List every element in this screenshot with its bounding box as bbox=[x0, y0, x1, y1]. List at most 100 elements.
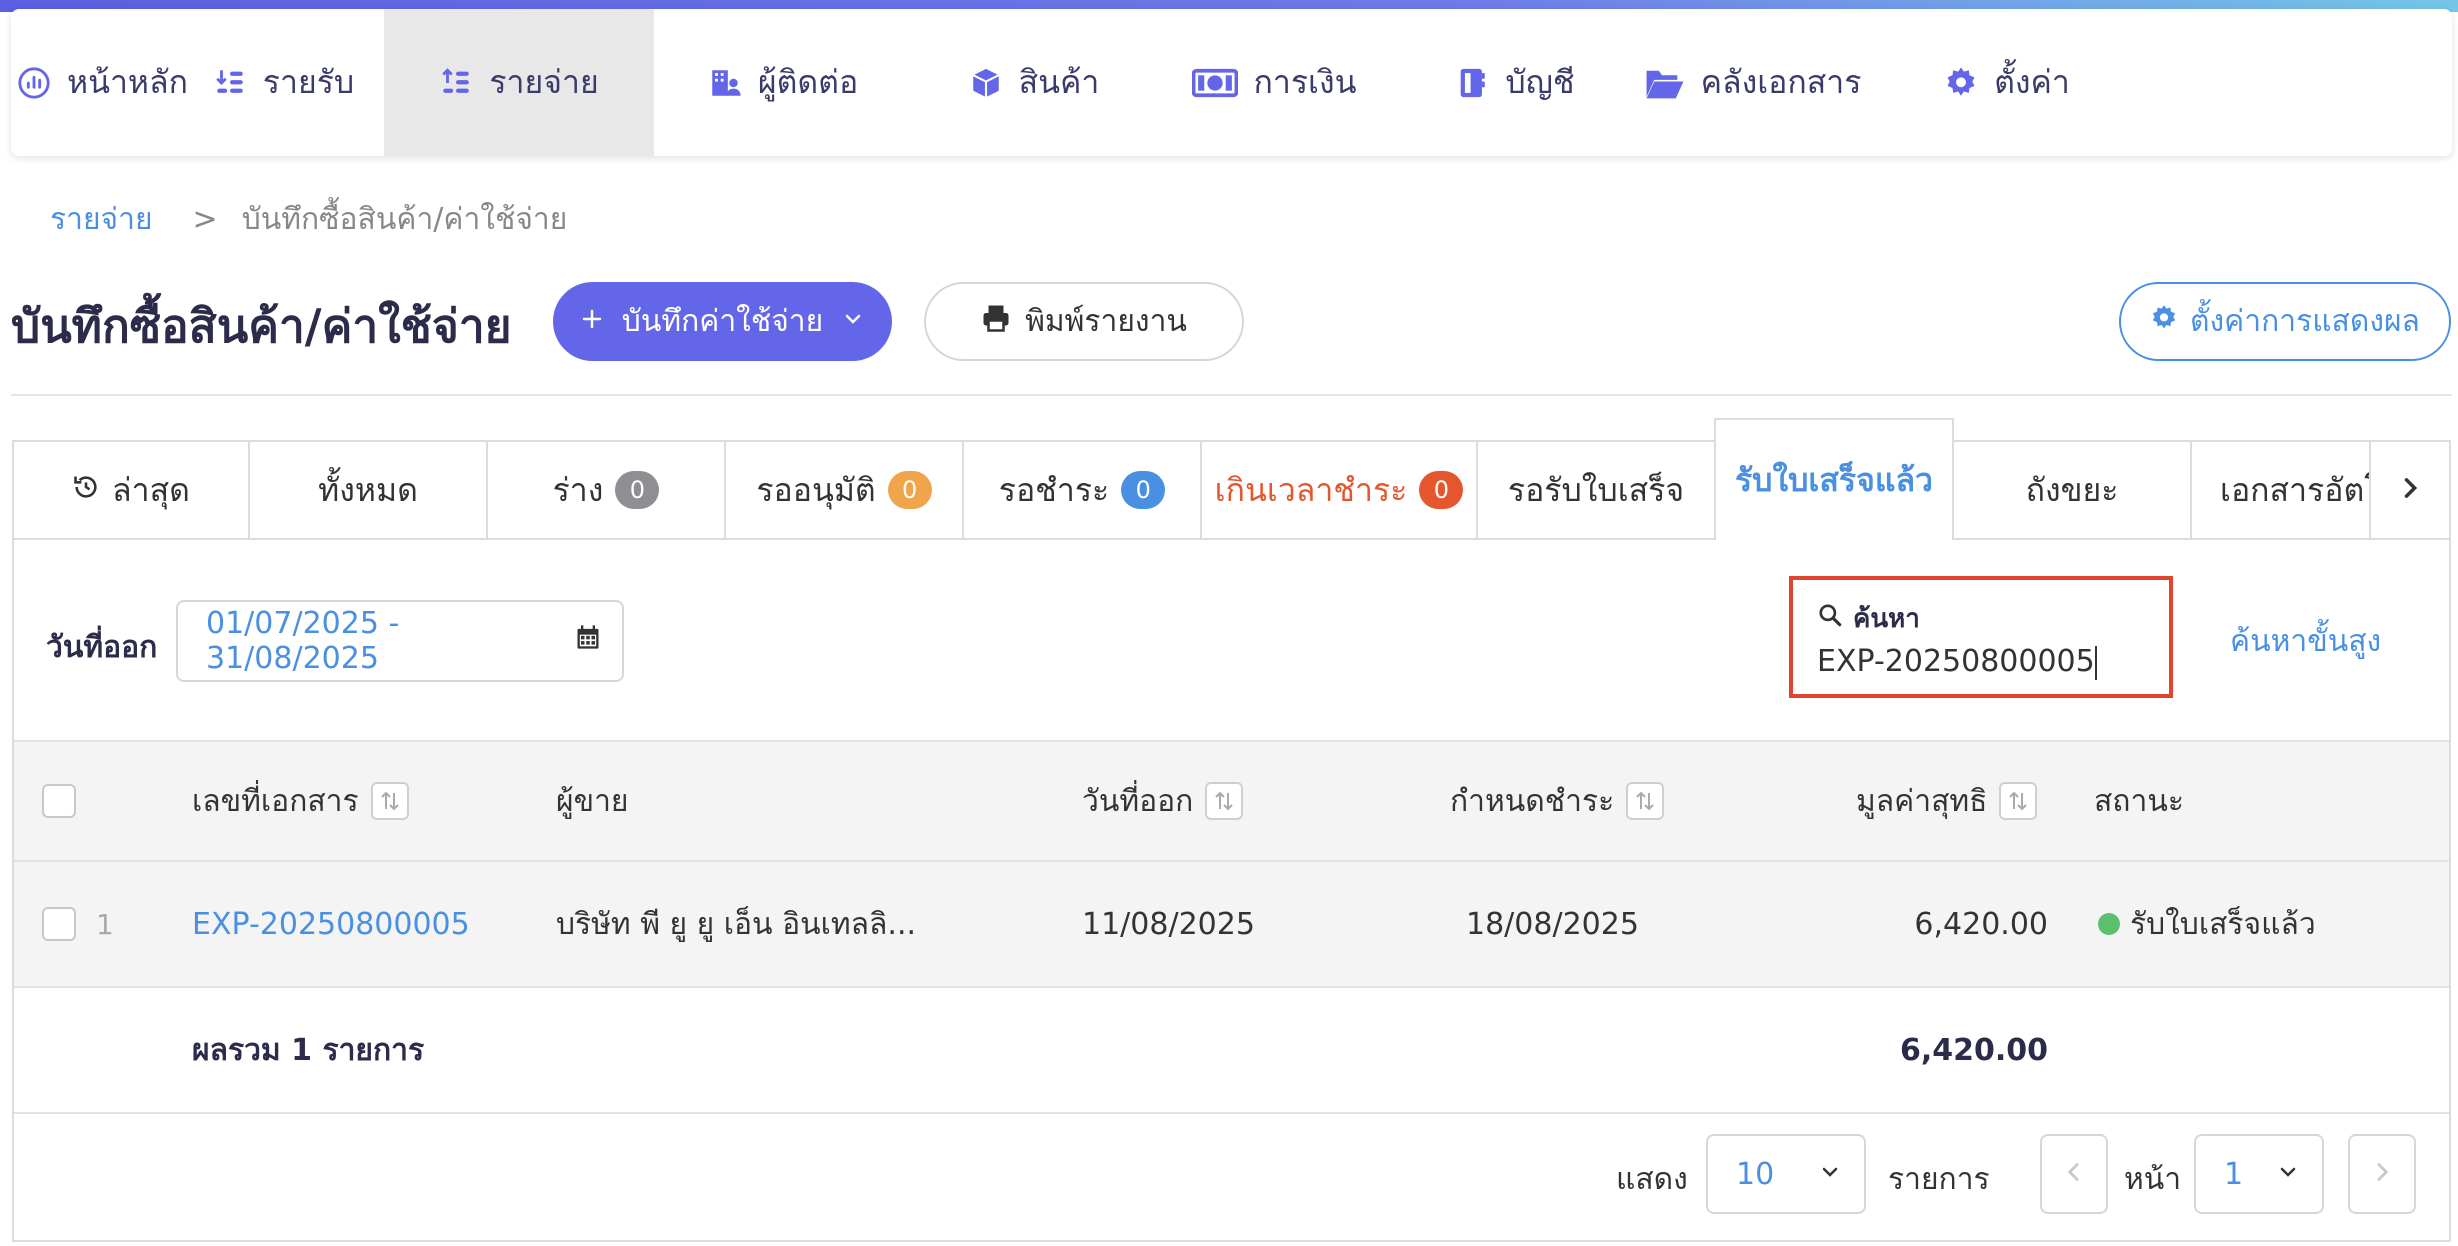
sort-icon[interactable] bbox=[1999, 782, 2038, 820]
nav-label: รายรับ bbox=[262, 63, 355, 101]
cell-doc-no: EXP-20250800005 bbox=[192, 862, 470, 986]
nav-item-expense[interactable]: รายจ่าย bbox=[384, 9, 654, 156]
tab-auto-documents[interactable]: เอกสารอัตโนมัติ bbox=[2190, 440, 2371, 538]
nav-item-contacts[interactable]: ผู้ติดต่อ bbox=[654, 9, 912, 156]
results-panel: วันที่ออก 01/07/2025 - 31/08/2025 ค้นหา … bbox=[12, 538, 2451, 1242]
count-badge: 0 bbox=[1121, 471, 1166, 509]
breadcrumb-separator: > bbox=[192, 202, 218, 237]
sort-icon[interactable] bbox=[1205, 782, 1244, 820]
table-footer: ผลรวม 1 รายการ 6,420.00 bbox=[14, 988, 2449, 1114]
breadcrumb: รายจ่าย > บันทึกซื้อสินค้า/ค่าใช้จ่าย bbox=[50, 196, 567, 243]
prev-page-button[interactable] bbox=[2040, 1134, 2108, 1214]
text-caret bbox=[2094, 645, 2097, 680]
nav-label: คลังเอกสาร bbox=[1700, 63, 1862, 101]
nav-item-accounting[interactable]: บัญชี bbox=[1426, 9, 1604, 156]
tab-awaiting-payment[interactable]: รอชำระ 0 bbox=[962, 440, 1202, 538]
page-size-select[interactable]: 10 bbox=[1706, 1134, 1866, 1214]
chevron-down-icon bbox=[841, 304, 865, 339]
title-divider bbox=[11, 394, 2452, 396]
nav-label: บัญชี bbox=[1505, 63, 1575, 101]
tab-label: รออนุมัติ bbox=[756, 470, 876, 509]
contacts-icon bbox=[708, 66, 742, 100]
tab-label: รอชำระ bbox=[998, 470, 1110, 509]
tab-label: ร่าง bbox=[552, 470, 604, 509]
tab-awaiting-receipt[interactable]: รอรับใบเสร็จ bbox=[1476, 440, 1716, 538]
nav-item-settings[interactable]: ตั้งค่า bbox=[1914, 9, 2100, 156]
header-due-date[interactable]: กำหนดชำระ bbox=[1450, 742, 1665, 860]
nav-item-income[interactable]: รายรับ bbox=[204, 9, 363, 156]
select-all-cell bbox=[42, 742, 76, 860]
row-number: 1 bbox=[96, 907, 114, 941]
chevron-right-icon bbox=[2369, 1159, 2395, 1189]
tab-draft[interactable]: ร่าง 0 bbox=[486, 440, 726, 538]
search-icon bbox=[1817, 602, 1843, 635]
tab-receipt-received[interactable]: รับใบเสร็จแล้ว bbox=[1714, 418, 1954, 540]
header-label: ผู้ขาย bbox=[556, 783, 629, 819]
print-report-label: พิมพ์รายงาน bbox=[1025, 304, 1187, 339]
tab-label: ล่าสุด bbox=[112, 470, 190, 509]
header-label: วันที่ออก bbox=[1082, 783, 1194, 819]
advanced-search-link[interactable]: ค้นหาขั้นสูง bbox=[2230, 618, 2381, 665]
sort-icon[interactable] bbox=[370, 782, 409, 820]
header-label: กำหนดชำระ bbox=[1450, 783, 1615, 819]
tab-label: ถังขยะ bbox=[2025, 470, 2119, 509]
display-settings-button[interactable]: ตั้งค่าการแสดงผล bbox=[2119, 282, 2451, 361]
tab-pending-approval[interactable]: รออนุมัติ 0 bbox=[724, 440, 964, 538]
nav-label: การเงิน bbox=[1253, 63, 1357, 101]
search-value: EXP-20250800005 bbox=[1817, 644, 2097, 680]
nav-item-finance[interactable]: การเงิน bbox=[1160, 9, 1388, 156]
cell-due-date: 18/08/2025 bbox=[1466, 906, 1639, 942]
search-label-text: ค้นหา bbox=[1853, 604, 1920, 634]
count-badge: 0 bbox=[1419, 471, 1464, 509]
money-icon bbox=[1191, 66, 1238, 100]
nav-label: ผู้ติดต่อ bbox=[757, 63, 859, 101]
gear-icon bbox=[2150, 304, 2178, 340]
page-size-label: แสดง bbox=[1616, 1162, 1688, 1197]
select-all-checkbox[interactable] bbox=[42, 784, 76, 818]
header-label: มูลค่าสุทธิ bbox=[1856, 783, 1988, 819]
table-header: เลขที่เอกสาร ผู้ขาย วันที่ออก กำหนดชำระ … bbox=[14, 740, 2449, 862]
tab-latest[interactable]: ล่าสุด bbox=[12, 440, 250, 538]
doc-number-link[interactable]: EXP-20250800005 bbox=[192, 907, 470, 942]
next-page-button[interactable] bbox=[2348, 1134, 2416, 1214]
chevron-right-icon bbox=[2396, 474, 2424, 506]
add-expense-button[interactable]: บันทึกค่าใช้จ่าย bbox=[553, 282, 892, 361]
display-settings-label: ตั้งค่าการแสดงผล bbox=[2190, 304, 2420, 339]
header-issue-date[interactable]: วันที่ออก bbox=[1082, 742, 1244, 860]
tab-label: รับใบเสร็จแล้ว bbox=[1734, 460, 1934, 499]
date-filter-label: วันที่ออก bbox=[46, 630, 158, 665]
tab-label: เอกสารอัตโนมัติ bbox=[2220, 470, 2369, 509]
add-expense-label: บันทึกค่าใช้จ่าย bbox=[621, 304, 824, 339]
tab-trash[interactable]: ถังขยะ bbox=[1952, 440, 2192, 538]
printer-icon bbox=[981, 303, 1011, 341]
sort-icon[interactable] bbox=[1626, 782, 1665, 820]
breadcrumb-parent-link[interactable]: รายจ่าย bbox=[50, 196, 153, 243]
tab-all[interactable]: ทั้งหมด bbox=[248, 440, 488, 538]
date-range-picker[interactable]: 01/07/2025 - 31/08/2025 bbox=[176, 600, 624, 682]
summary-total: 6,420.00 bbox=[1899, 1032, 2048, 1068]
page-label: หน้า bbox=[2124, 1162, 2182, 1197]
status-tabs: ล่าสุด ทั้งหมด ร่าง 0 รออนุมัติ 0 รอชำระ… bbox=[12, 418, 2451, 540]
header-net-value[interactable]: มูลค่าสุทธิ bbox=[1856, 742, 2038, 860]
box-icon bbox=[969, 66, 1003, 100]
chevron-left-icon bbox=[2061, 1159, 2087, 1189]
count-badge: 0 bbox=[615, 471, 660, 509]
dashboard-icon bbox=[17, 66, 51, 100]
nav-item-documents[interactable]: คลังเอกสาร bbox=[1622, 9, 1884, 156]
tab-overdue[interactable]: เกินเวลาชำระ 0 bbox=[1200, 440, 1478, 538]
print-report-button[interactable]: พิมพ์รายงาน bbox=[924, 282, 1244, 361]
cell-status: รับใบเสร็จแล้ว bbox=[2098, 862, 2316, 986]
header-doc-no[interactable]: เลขที่เอกสาร bbox=[192, 742, 409, 860]
tabs-scroll-right-button[interactable] bbox=[2369, 440, 2451, 538]
page-select[interactable]: 1 bbox=[2194, 1134, 2324, 1214]
nav-item-home[interactable]: หน้าหลัก bbox=[11, 9, 194, 156]
table-row[interactable]: 1 EXP-20250800005 บริษัท พี ยู ยู เอ็น อ… bbox=[14, 862, 2449, 988]
row-checkbox[interactable] bbox=[42, 907, 76, 941]
search-input[interactable]: ค้นหา EXP-20250800005 bbox=[1789, 576, 2173, 698]
nav-item-products[interactable]: สินค้า bbox=[930, 9, 1138, 156]
ledger-icon bbox=[1455, 66, 1489, 100]
history-icon bbox=[72, 471, 100, 509]
search-value-text: EXP-20250800005 bbox=[1817, 644, 2095, 679]
chevron-down-icon bbox=[2276, 1157, 2300, 1192]
page-value: 1 bbox=[2224, 1156, 2244, 1192]
